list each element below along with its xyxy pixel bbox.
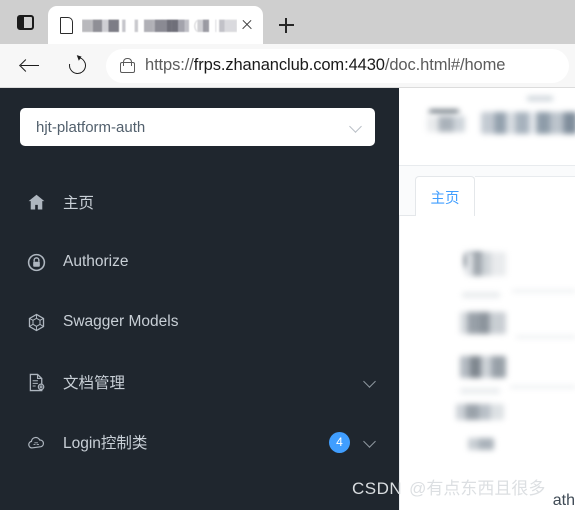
url-text: https://frps.zhananclub.com:4430/doc.htm… — [145, 56, 505, 75]
redacted-block — [427, 116, 465, 132]
redacted-block — [481, 112, 575, 134]
content-body — [399, 216, 575, 510]
redacted-block — [429, 110, 459, 113]
service-select-value: hjt-platform-auth — [36, 118, 146, 136]
sidebar-item-login-controller[interactable]: Login控制类 4 — [0, 412, 399, 472]
url-path: /doc.html#/home — [384, 56, 506, 74]
redacted-block — [462, 292, 500, 298]
sidebar-item-authorize[interactable]: Authorize — [0, 232, 399, 292]
watermark-brand: CSDN — [352, 479, 403, 498]
browser-tab-title: ▇▇▇▇ ▇ ▇▇▇▇▇▇ (▇▇ ▇▇) — [82, 17, 237, 33]
panel-left-icon — [16, 14, 34, 30]
redacted-block — [466, 252, 506, 276]
sidebar-item-swagger-models[interactable]: Swagger Models — [0, 292, 399, 352]
service-select[interactable]: hjt-platform-auth — [20, 108, 375, 146]
reload-button[interactable] — [60, 48, 96, 84]
redacted-block — [456, 404, 504, 420]
sidebar-item-label: Authorize — [63, 253, 129, 270]
content-pane: 主页 — [399, 88, 575, 510]
document-gear-icon — [26, 372, 47, 393]
corner-partial-text: ath — [552, 492, 575, 509]
csdn-watermark: CSDN @有点东西且很多 — [352, 474, 545, 499]
divider — [516, 336, 575, 338]
browser-tab[interactable]: ▇▇▇▇ ▇ ▇▇▇▇▇▇ (▇▇ ▇▇) — [48, 6, 263, 44]
sidebar-item-document-management[interactable]: 文档管理 — [0, 352, 399, 412]
back-arrow-icon — [21, 60, 39, 71]
tab-strip: ▇▇▇▇ ▇ ▇▇▇▇▇▇ (▇▇ ▇▇) — [0, 0, 575, 44]
new-tab-button[interactable] — [269, 10, 303, 40]
url-host: frps.zhananclub.com:4430 — [193, 56, 385, 74]
sidebar-item-home[interactable]: 主页 — [0, 172, 399, 232]
sidebar-nav-list: 主页 Authorize Swagger Models 文档管理 Login控制… — [0, 172, 399, 472]
lock-circle-icon — [26, 252, 47, 273]
page-icon — [58, 17, 74, 34]
redacted-block — [460, 312, 506, 334]
url-scheme: https:// — [145, 56, 194, 74]
home-icon — [26, 192, 47, 213]
cube-icon — [26, 312, 47, 333]
chevron-down-icon[interactable] — [364, 376, 377, 389]
redacted-block — [527, 96, 553, 101]
redacted-block — [460, 356, 506, 378]
sidebar-item-label: 主页 — [63, 195, 95, 212]
chevron-down-icon — [350, 121, 363, 134]
swagger-sidebar: hjt-platform-auth 主页 Authorize Swagger M… — [0, 88, 399, 510]
tab-home[interactable]: 主页 — [415, 176, 475, 217]
sidebar-item-label: Swagger Models — [63, 313, 179, 330]
chevron-down-icon[interactable] — [364, 436, 377, 449]
vertical-tabs-button[interactable] — [6, 3, 44, 41]
content-tab-bar-strip — [475, 176, 575, 217]
url-bar[interactable]: https://frps.zhananclub.com:4430/doc.htm… — [106, 48, 569, 83]
cloud-icon — [26, 432, 47, 453]
page-viewport: hjt-platform-auth 主页 Authorize Swagger M… — [0, 88, 575, 510]
browser-toolbar: https://frps.zhananclub.com:4430/doc.htm… — [0, 44, 575, 88]
close-icon[interactable] — [237, 15, 257, 35]
reload-icon — [65, 53, 90, 77]
browser-tab-title-text: ▇▇▇▇ ▇ ▇▇▇▇▇▇ (▇▇ ▇▇) — [82, 18, 237, 32]
redacted-block — [468, 438, 494, 450]
divider — [512, 290, 575, 292]
content-header — [399, 88, 575, 166]
lock-icon — [120, 58, 135, 73]
back-button[interactable] — [12, 48, 48, 84]
watermark-user: @有点东西且很多 — [409, 479, 546, 498]
browser-window: ▇▇▇▇ ▇ ▇▇▇▇▇▇ (▇▇ ▇▇) https://frps.zhana… — [0, 0, 575, 510]
sidebar-item-label: 文档管理 — [63, 375, 126, 392]
divider — [510, 386, 575, 388]
redacted-block — [460, 388, 500, 394]
content-tab-label: 主页 — [430, 190, 460, 207]
sidebar-item-badge: 4 — [329, 431, 350, 453]
content-tab-bar: 主页 — [399, 166, 575, 217]
sidebar-item-label: Login控制类 — [63, 435, 148, 452]
